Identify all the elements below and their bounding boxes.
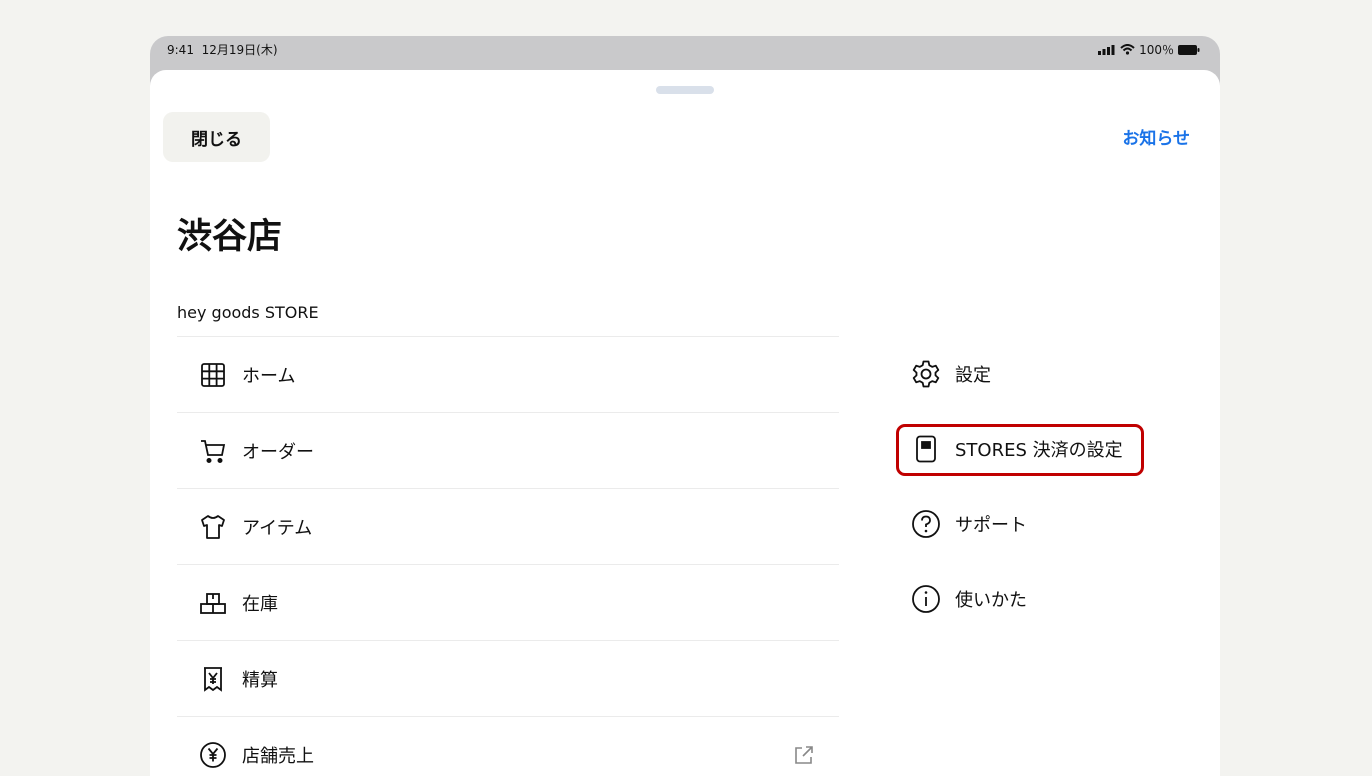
menu-label-how-to-use: 使いかた [955,589,1027,611]
info-circle-icon [911,584,941,614]
menu-item-inventory[interactable]: 在庫 [177,565,839,641]
yen-circle-icon [199,741,227,769]
notifications-link[interactable]: お知らせ [1122,124,1190,149]
card-reader-icon [911,434,941,464]
receipt-yen-icon [199,665,227,693]
wifi-icon [1120,44,1135,55]
menu-label-home: ホーム [242,365,296,387]
menu-item-items[interactable]: アイテム [177,489,839,565]
menu-label-stores-payment-settings: STORES 決済の設定 [955,439,1123,461]
menu-label-inventory: 在庫 [242,593,278,615]
boxes-icon [199,589,227,617]
status-bar: 9:41 12月19日(木) 100％ [150,36,1220,70]
gear-icon [911,359,941,389]
menu-label-store-sales: 店舗売上 [242,745,314,767]
battery-text: 100％ [1139,43,1174,57]
menu-item-home[interactable]: ホーム [177,337,839,413]
cart-icon [199,437,227,465]
menu-item-settlement[interactable]: 精算 [177,641,839,717]
signal-icon [1098,44,1115,55]
question-circle-icon [911,509,941,539]
menu-item-orders[interactable]: オーダー [177,413,839,489]
sheet-grabber[interactable] [656,86,714,94]
menu-label-settlement: 精算 [242,669,278,691]
store-subtitle: hey goods STORE [177,303,319,322]
menu-label-items: アイテム [242,517,313,539]
menu-item-how-to-use[interactable]: 使いかた [896,561,1156,636]
device-frame: 9:41 12月19日(木) 100％ 閉じる お知らせ 渋谷店 hey goo… [150,36,1220,776]
time-text: 9:41 [167,43,194,57]
main-menu: ホーム オーダー アイテム 在庫 精算 店舗売上 [177,336,839,776]
menu-item-support[interactable]: サポート [896,486,1156,561]
date-text: 12月19日(木) [201,43,278,57]
battery-icon [1178,44,1200,55]
menu-label-support: サポート [955,514,1027,536]
secondary-menu: 設定 STORES 決済の設定 サポート 使いかた [896,336,1156,636]
grid-icon [199,361,227,389]
menu-label-settings: 設定 [955,364,991,386]
menu-label-orders: オーダー [242,441,314,463]
status-indicators: 100％ [1098,41,1200,58]
menu-item-stores-payment-settings[interactable]: STORES 決済の設定 [896,411,1156,486]
store-name: 渋谷店 [177,217,283,257]
status-time: 9:41 12月19日(木) [167,41,278,58]
external-link-icon [793,744,815,766]
menu-sheet: 閉じる お知らせ 渋谷店 hey goods STORE ホーム オーダー アイ… [150,70,1220,776]
menu-item-store-sales[interactable]: 店舗売上 [177,717,839,776]
close-button[interactable]: 閉じる [163,112,270,162]
menu-item-settings[interactable]: 設定 [896,336,1156,411]
shirt-icon [199,513,227,541]
